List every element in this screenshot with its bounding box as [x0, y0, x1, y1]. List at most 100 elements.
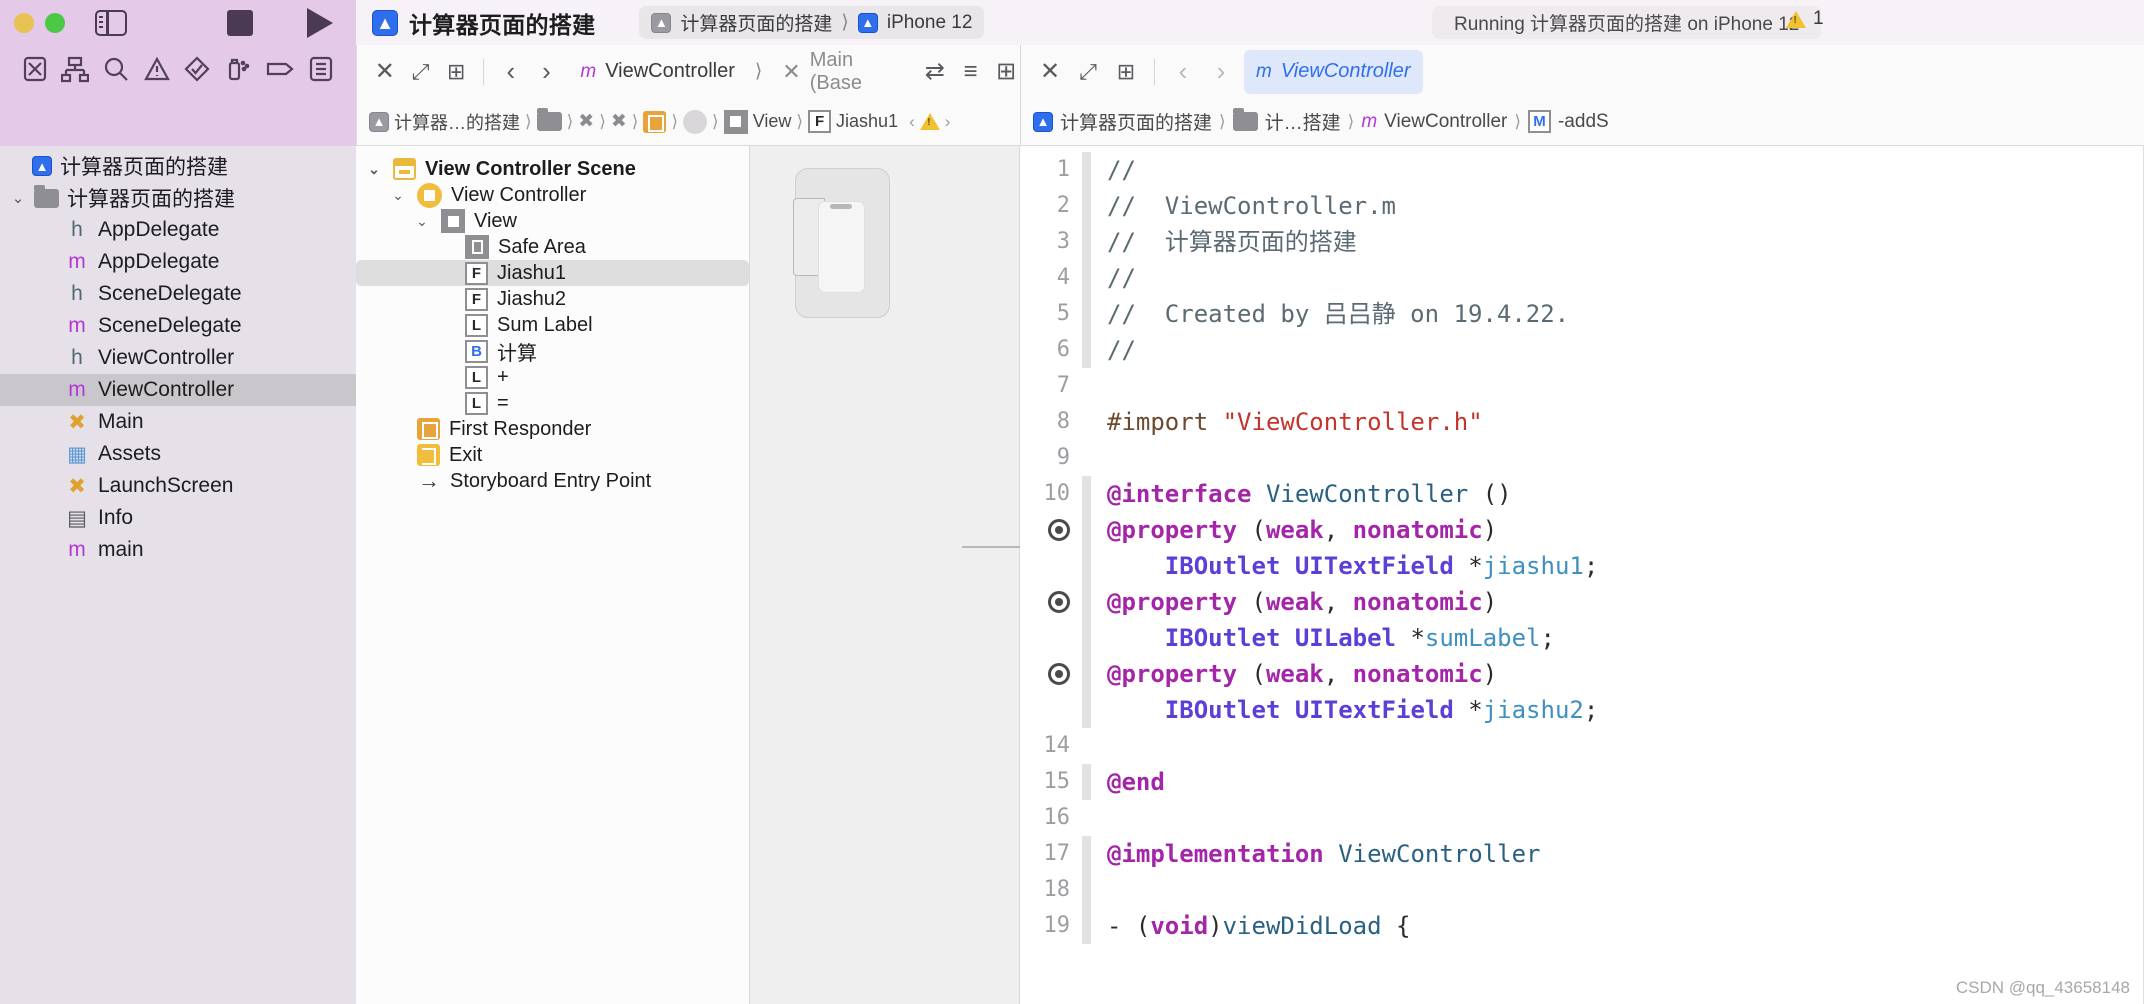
outline-item-3[interactable]: Safe Area [356, 234, 749, 260]
scene-icon[interactable] [643, 110, 667, 133]
outline-item-1[interactable]: ⌄ View Controller [356, 182, 749, 208]
source-code-editor[interactable]: 1 // 2 // ViewController.m 3 // 计算器页面的搭建… [1020, 146, 2144, 1004]
navigator-item-12[interactable]: m main [0, 534, 356, 566]
breakpoint-navigator-icon[interactable] [265, 55, 295, 88]
source-control-icon[interactable] [61, 55, 90, 88]
view-controller-icon[interactable] [683, 109, 708, 134]
path-project-label[interactable]: 计算器…的搭建 [394, 109, 520, 135]
grid-icon[interactable]: ⊞ [442, 57, 470, 87]
grid-icon-right[interactable]: ⊞ [1111, 57, 1141, 87]
test-navigator-icon[interactable] [183, 55, 211, 88]
outline-item-9[interactable]: L = [356, 390, 749, 416]
outline-item-5[interactable]: F Jiashu2 [356, 286, 749, 312]
disclosure-triangle-icon[interactable]: ⌄ [10, 189, 26, 207]
stop-button[interactable] [227, 9, 253, 36]
path-field-label[interactable]: Jiashu1 [836, 111, 898, 132]
code-line-12[interactable]: @property (weak, nonatomic) [1020, 584, 2144, 620]
search-icon[interactable] [102, 55, 130, 88]
path-symbol-label[interactable]: -addS [1558, 111, 1609, 133]
breakpoint-marker[interactable] [1020, 519, 1082, 541]
navigator-item-7[interactable]: m ViewController [0, 374, 356, 406]
report-navigator-icon[interactable] [308, 55, 334, 88]
navigator-item-6[interactable]: h ViewController [0, 342, 356, 374]
sidebar-toggle-icon[interactable] [95, 9, 127, 36]
breakpoint-marker[interactable] [1020, 591, 1082, 613]
back-icon[interactable]: ‹ [497, 56, 525, 87]
disclosure-triangle-icon[interactable]: ⌄ [364, 161, 384, 178]
navigator-item-3[interactable]: m AppDelegate [0, 246, 356, 278]
back-icon-right[interactable]: ‹ [1168, 56, 1198, 87]
code-line-20[interactable]: 18 [1020, 872, 2144, 908]
folder-icon-right[interactable] [1232, 108, 1258, 131]
code-line-14[interactable]: @property (weak, nonatomic) [1020, 656, 2144, 692]
warning-indicator[interactable]: 1 [1786, 8, 1824, 30]
close-icon[interactable]: ✕ [371, 57, 399, 87]
code-line-10[interactable]: @property (weak, nonatomic) [1020, 512, 2144, 548]
tab-viewcontroller[interactable]: m ViewController [568, 52, 747, 92]
warning-icon-path[interactable] [919, 113, 940, 130]
align-icon[interactable]: ≡ [957, 57, 985, 87]
path-view-label[interactable]: View [753, 111, 792, 132]
expand-icon[interactable]: ⤢ [407, 57, 435, 87]
outline-item-12[interactable]: → Storyboard Entry Point [356, 468, 749, 494]
tab-main-storyboard[interactable]: ✕ Main (Base [770, 49, 913, 94]
code-line-1[interactable]: 2 // ViewController.m [1020, 188, 2144, 224]
expand-icon-right[interactable]: ⤢ [1073, 57, 1103, 87]
editor-layout-icon[interactable]: ⊞ [992, 57, 1020, 87]
navigator-item-9[interactable]: ▦ Assets [0, 438, 356, 470]
code-line-0[interactable]: 1 // [1020, 152, 2144, 188]
navigator-item-11[interactable]: ▤ Info [0, 502, 356, 534]
storyboard-icon-2[interactable]: ✖ [611, 110, 627, 133]
breakpoint-marker[interactable] [1020, 663, 1082, 685]
tab-viewcontroller-right[interactable]: m ViewController [1244, 49, 1423, 94]
folder-icon[interactable] [536, 108, 562, 131]
close-icon-right[interactable]: ✕ [1035, 57, 1065, 87]
path-prev-icon[interactable]: ‹ [909, 112, 915, 132]
code-line-4[interactable]: 5 // Created by 吕吕静 on 19.4.22. [1020, 296, 2144, 332]
code-line-6[interactable]: 7 [1020, 368, 2144, 404]
outline-item-8[interactable]: L + [356, 364, 749, 390]
code-line-15[interactable]: IBOutlet UITextField *jiashu2; [1020, 692, 2144, 728]
navigator-item-2[interactable]: h AppDelegate [0, 214, 356, 246]
navigator-item-4[interactable]: h SceneDelegate [0, 278, 356, 310]
debug-navigator-icon[interactable] [224, 55, 252, 88]
code-line-21[interactable]: 19 - (void)viewDidLoad { [1020, 908, 2144, 944]
issue-navigator-icon[interactable] [143, 55, 171, 88]
code-line-16[interactable]: 14 [1020, 728, 2144, 764]
navigator-item-8[interactable]: ✖ Main [0, 406, 356, 438]
navigator-item-1[interactable]: ⌄ 计算器页面的搭建 [0, 182, 356, 214]
path-folder-label-right[interactable]: 计…搭建 [1265, 108, 1341, 135]
code-line-11[interactable]: IBOutlet UITextField *jiashu1; [1020, 548, 2144, 584]
outline-item-11[interactable]: Exit [356, 442, 749, 468]
run-button[interactable] [307, 7, 333, 38]
code-line-2[interactable]: 3 // 计算器页面的搭建 [1020, 224, 2144, 260]
outline-item-6[interactable]: L Sum Label [356, 312, 749, 338]
navigator-item-5[interactable]: m SceneDelegate [0, 310, 356, 342]
code-line-17[interactable]: 15 @end [1020, 764, 2144, 800]
code-line-18[interactable]: 16 [1020, 800, 2144, 836]
path-project-label-right[interactable]: 计算器页面的搭建 [1060, 108, 1212, 135]
code-line-9[interactable]: 10 @interface ViewController () [1020, 476, 2144, 512]
outline-item-2[interactable]: ⌄ View [356, 208, 749, 234]
code-line-8[interactable]: 9 [1020, 440, 2144, 476]
storyboard-icon[interactable]: ✖ [578, 110, 594, 133]
outline-item-7[interactable]: B 计算 [356, 338, 749, 365]
outline-item-0[interactable]: ⌄ View Controller Scene [356, 156, 749, 182]
view-icon[interactable] [723, 109, 748, 134]
assistant-editor-icon[interactable]: ⇄ [921, 57, 949, 87]
code-line-3[interactable]: 4 // [1020, 260, 2144, 296]
code-line-7[interactable]: 8 #import "ViewController.h" [1020, 404, 2144, 440]
minimize-button[interactable] [14, 12, 34, 33]
outline-item-10[interactable]: First Responder [356, 416, 749, 442]
code-line-5[interactable]: 6 // [1020, 332, 2144, 368]
disclosure-triangle-icon[interactable]: ⌄ [388, 187, 408, 204]
code-line-19[interactable]: 17 @implementation ViewController [1020, 836, 2144, 872]
outline-item-4[interactable]: F Jiashu1 [356, 260, 749, 286]
interface-builder-canvas[interactable] [750, 146, 1020, 1004]
navigator-item-10[interactable]: ✖ LaunchScreen [0, 470, 356, 502]
scheme-selector[interactable]: ▲ 计算器页面的搭建 ⟩ ▲ iPhone 12 [639, 6, 985, 39]
maximize-button[interactable] [45, 12, 65, 33]
path-file-label-right[interactable]: ViewController [1384, 111, 1507, 133]
path-next-icon[interactable]: › [945, 112, 951, 132]
forward-icon[interactable]: › [533, 56, 561, 87]
